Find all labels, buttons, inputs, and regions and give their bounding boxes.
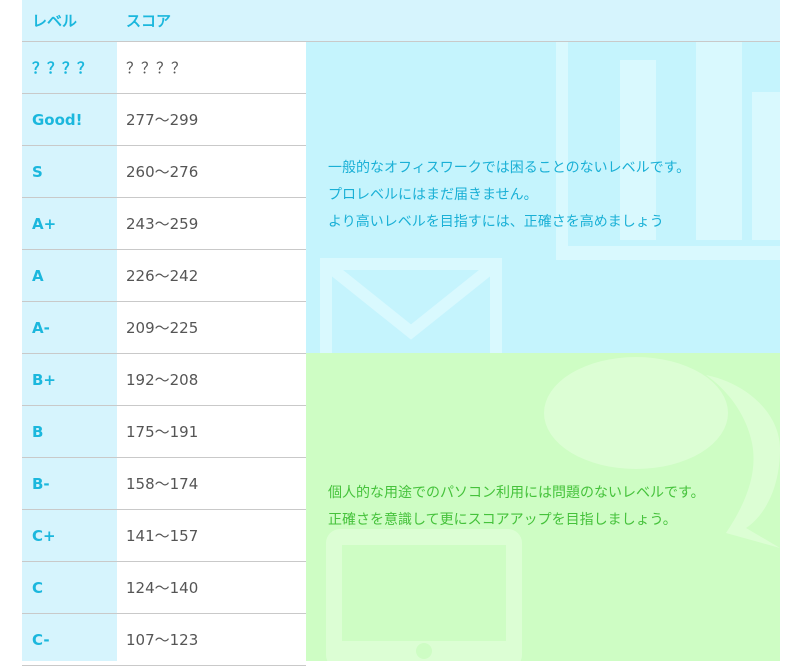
personal-description-line: 個人的な用途でのパソコン利用には問題のないレベルです。 bbox=[328, 485, 705, 501]
level-cell: ？？？？ bbox=[22, 42, 117, 94]
level-column-header: レベル bbox=[32, 12, 78, 30]
level-cell: C- bbox=[22, 614, 117, 666]
office-description-line: 一般的なオフィスワークでは困ることのないレベルです。 bbox=[328, 160, 691, 176]
score-cell: 158〜174 bbox=[117, 458, 306, 510]
score-column-header: スコア bbox=[126, 12, 172, 30]
score-cell: 209〜225 bbox=[117, 302, 306, 354]
score-cell: 277〜299 bbox=[117, 94, 306, 146]
level-cell: B bbox=[22, 406, 117, 458]
score-level-table: レベル スコア ？？？？ Good! S A+ A A- B+ B B- C+ … bbox=[0, 0, 800, 666]
level-cell: B- bbox=[22, 458, 117, 510]
left-gutter bbox=[0, 0, 22, 661]
level-cell: A+ bbox=[22, 198, 117, 250]
score-cell: 226〜242 bbox=[117, 250, 306, 302]
level-cell: A bbox=[22, 250, 117, 302]
score-cell: 141〜157 bbox=[117, 510, 306, 562]
level-cell: Good! bbox=[22, 94, 117, 146]
envelope-icon bbox=[320, 258, 502, 353]
personal-level-description: 個人的な用途でのパソコン利用には問題のないレベルです。 正確さを意識して更にスコ… bbox=[328, 480, 705, 534]
level-cell: A- bbox=[22, 302, 117, 354]
score-cell: 243〜259 bbox=[117, 198, 306, 250]
personal-level-panel: 個人的な用途でのパソコン利用には問題のないレベルです。 正確さを意識して更にスコ… bbox=[306, 353, 780, 661]
level-cell: B+ bbox=[22, 354, 117, 406]
score-cell: 175〜191 bbox=[117, 406, 306, 458]
level-cell: C+ bbox=[22, 510, 117, 562]
level-cell: S bbox=[22, 146, 117, 198]
tablet-icon bbox=[326, 529, 522, 661]
score-cell: 107〜123 bbox=[117, 614, 306, 666]
office-description-line: プロレベルにはまだ届きません。 bbox=[328, 187, 538, 203]
table-header: レベル スコア bbox=[22, 0, 780, 42]
score-cell: 124〜140 bbox=[117, 562, 306, 614]
score-column: ？？？？ 277〜299 260〜276 243〜259 226〜242 209… bbox=[117, 42, 306, 666]
personal-description-line: 正確さを意識して更にスコアアップを目指しましょう。 bbox=[328, 512, 677, 528]
office-level-panel: 一般的なオフィスワークでは困ることのないレベルです。 プロレベルにはまだ届きませ… bbox=[306, 42, 780, 353]
right-gutter bbox=[780, 0, 800, 661]
score-cell: 260〜276 bbox=[117, 146, 306, 198]
score-cell: ？？？？ bbox=[117, 42, 306, 94]
level-cell: C bbox=[22, 562, 117, 614]
office-description-line: より高いレベルを目指すには、正確さを高めましょう bbox=[328, 214, 664, 230]
level-column: ？？？？ Good! S A+ A A- B+ B B- C+ C C- bbox=[22, 42, 117, 666]
office-level-description: 一般的なオフィスワークでは困ることのないレベルです。 プロレベルにはまだ届きませ… bbox=[328, 155, 690, 236]
score-cell: 192〜208 bbox=[117, 354, 306, 406]
